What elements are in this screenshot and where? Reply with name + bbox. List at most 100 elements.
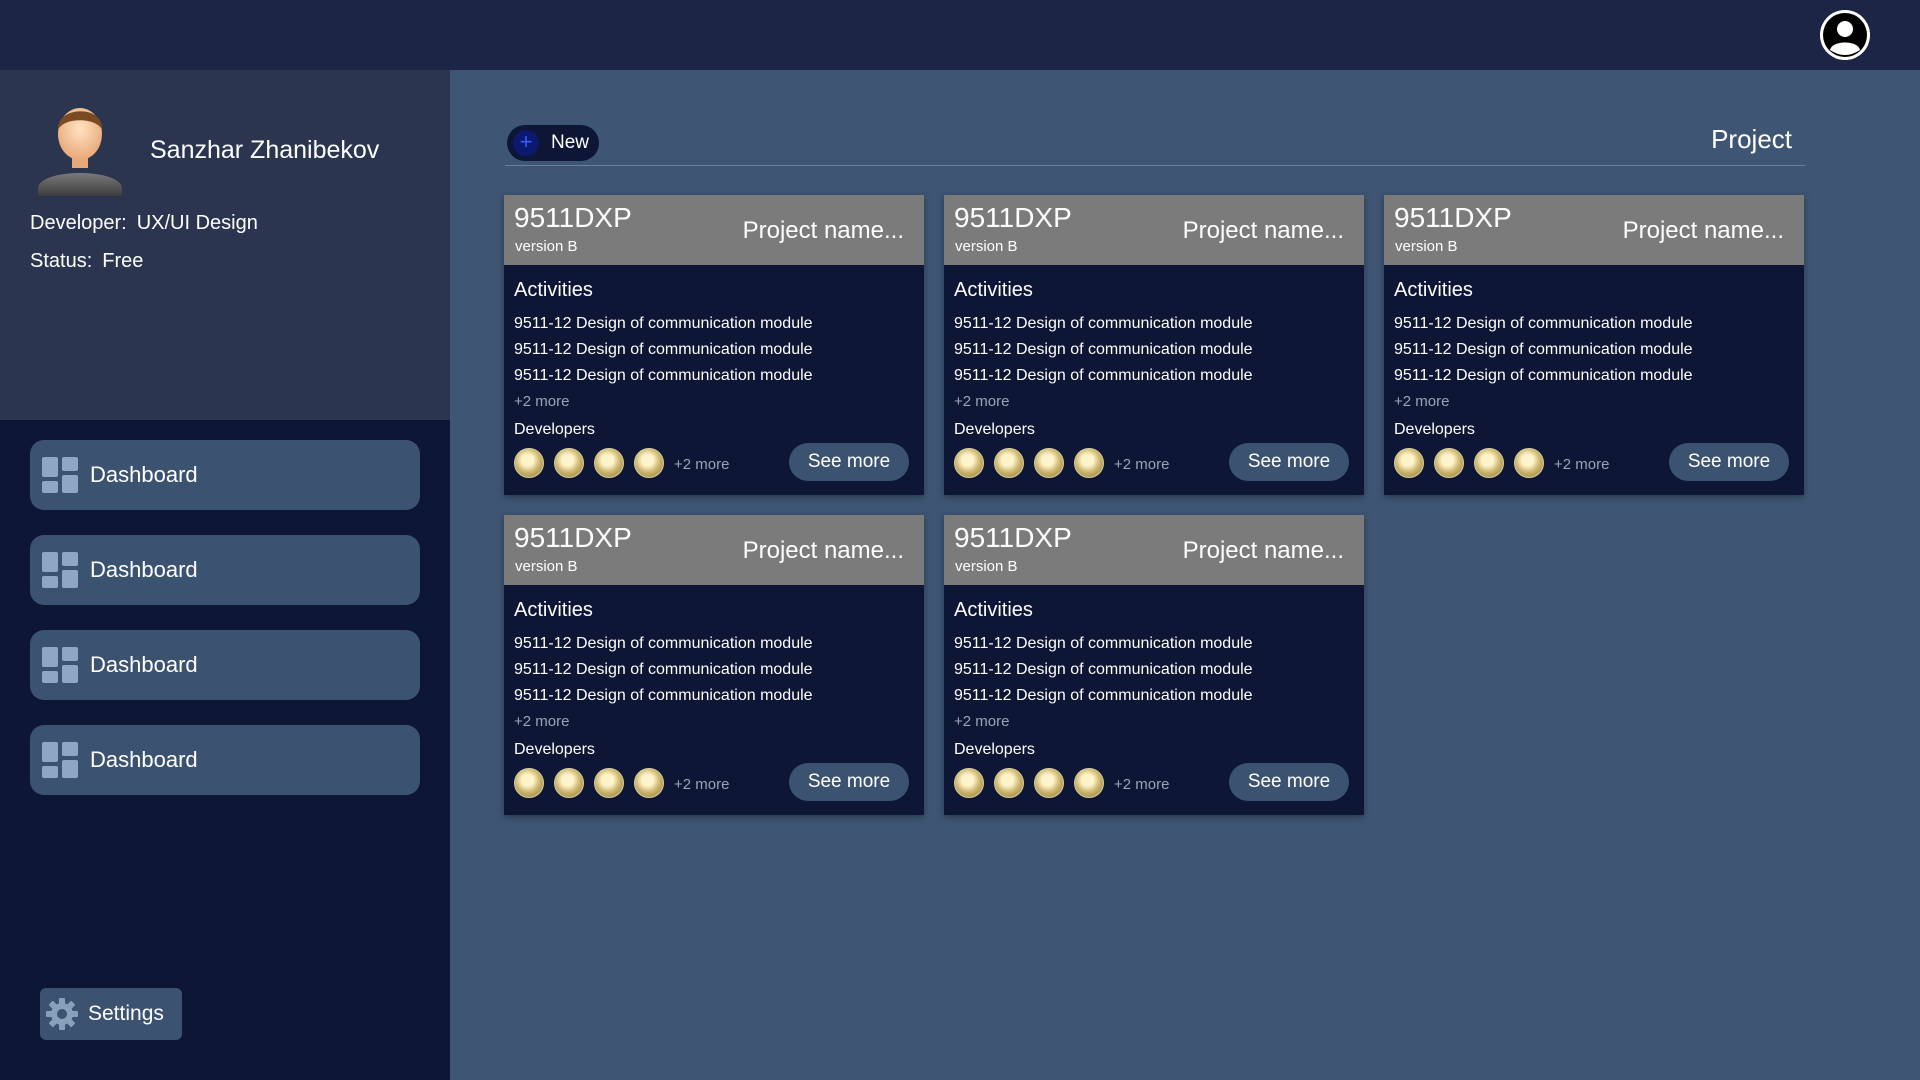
activity-item: 9511-12 Design of communication module	[514, 635, 813, 652]
developer-avatar[interactable]	[1434, 448, 1464, 478]
divider	[505, 165, 1805, 166]
activities-more: +2 more	[954, 713, 1010, 730]
project-code: 9511DXP	[514, 202, 632, 233]
project-code: 9511DXP	[514, 522, 632, 553]
new-button-label: New	[551, 132, 590, 153]
project-version: version B	[515, 558, 578, 575]
card-header: 9511DXP version B Project name...	[944, 195, 1364, 265]
see-more-button[interactable]: See more	[789, 763, 909, 801]
project-version: version B	[955, 558, 1018, 575]
project-name: Project name...	[742, 537, 904, 564]
settings-button[interactable]: Settings	[40, 988, 182, 1040]
developer-avatar[interactable]	[1394, 448, 1424, 478]
developer-label: Developer:	[30, 212, 127, 234]
profile-developer: Developer: UX/UI Design	[30, 212, 258, 235]
project-card[interactable]: 9511DXP version B Project name... Activitie…	[944, 515, 1364, 815]
developer-avatar[interactable]	[994, 768, 1024, 798]
developers-more[interactable]: +2 more	[674, 776, 729, 793]
sidebar-item-dashboard[interactable]: Dashboard	[30, 630, 420, 700]
developer-avatar[interactable]	[954, 448, 984, 478]
sidebar-item-dashboard[interactable]: Dashboard	[30, 725, 420, 795]
activity-item: 9511-12 Design of communication module	[514, 341, 813, 358]
sidebar-item-label: Dashboard	[90, 652, 198, 677]
activities-more: +2 more	[514, 713, 570, 730]
activities-more: +2 more	[954, 393, 1010, 410]
settings-label: Settings	[88, 1002, 164, 1025]
developer-avatar[interactable]	[1034, 448, 1064, 478]
developers-title: Developers	[1394, 421, 1475, 438]
activity-item: 9511-12 Design of communication module	[954, 315, 1253, 332]
status-value: Free	[102, 250, 144, 272]
project-version: version B	[955, 238, 1018, 255]
activities-title: Activities	[1394, 279, 1473, 301]
developer-avatar[interactable]	[994, 448, 1024, 478]
new-project-button[interactable]: + New	[507, 125, 599, 161]
see-more-button[interactable]: See more	[1669, 443, 1789, 481]
project-card[interactable]: 9511DXP version B Project name... Activitie…	[1384, 195, 1804, 495]
developer-avatar[interactable]	[1474, 448, 1504, 478]
sidebar-item-label: Dashboard	[90, 747, 198, 772]
dashboard-icon	[42, 742, 78, 778]
project-card[interactable]: 9511DXP version B Project name... Activitie…	[504, 195, 924, 495]
see-more-button[interactable]: See more	[1229, 443, 1349, 481]
activities-more: +2 more	[1394, 393, 1450, 410]
card-header: 9511DXP version B Project name...	[944, 515, 1364, 585]
activities-title: Activities	[514, 279, 593, 301]
user-circle-icon[interactable]	[1820, 10, 1870, 60]
top-bar	[0, 0, 1920, 70]
developer-avatar[interactable]	[1074, 448, 1104, 478]
project-name: Project name...	[1182, 537, 1344, 564]
developer-avatar[interactable]	[1514, 448, 1544, 478]
developers-title: Developers	[954, 741, 1035, 758]
activities-title: Activities	[954, 279, 1033, 301]
developer-avatar[interactable]	[594, 448, 624, 478]
developers-more[interactable]: +2 more	[1114, 456, 1169, 473]
sidebar-item-dashboard[interactable]: Dashboard	[30, 535, 420, 605]
see-more-button[interactable]: See more	[789, 443, 909, 481]
developers-more[interactable]: +2 more	[1114, 776, 1169, 793]
project-code: 9511DXP	[954, 202, 1072, 233]
activity-item: 9511-12 Design of communication module	[514, 661, 813, 678]
project-code: 9511DXP	[954, 522, 1072, 553]
project-version: version B	[1395, 238, 1458, 255]
sidebar-item-label: Dashboard	[90, 557, 198, 582]
developer-avatar[interactable]	[634, 768, 664, 798]
card-header: 9511DXP version B Project name...	[1384, 195, 1804, 265]
activity-item: 9511-12 Design of communication module	[1394, 315, 1693, 332]
activity-item: 9511-12 Design of communication module	[514, 315, 813, 332]
activities-title: Activities	[954, 599, 1033, 621]
dashboard-icon	[42, 552, 78, 588]
project-code: 9511DXP	[1394, 202, 1512, 233]
activities-more: +2 more	[514, 393, 570, 410]
see-more-button[interactable]: See more	[1229, 763, 1349, 801]
developer-avatar[interactable]	[1074, 768, 1104, 798]
developer-avatar[interactable]	[514, 768, 544, 798]
developers-more[interactable]: +2 more	[674, 456, 729, 473]
activity-item: 9511-12 Design of communication module	[954, 635, 1253, 652]
sidebar-item-dashboard[interactable]: Dashboard	[30, 440, 420, 510]
developer-avatar[interactable]	[554, 768, 584, 798]
project-card[interactable]: 9511DXP version B Project name... Activitie…	[944, 195, 1364, 495]
profile-panel: Sanzhar Zhanibekov Developer: UX/UI Desig…	[0, 70, 450, 420]
developer-avatar[interactable]	[554, 448, 584, 478]
dashboard-icon	[42, 457, 78, 493]
project-card[interactable]: 9511DXP version B Project name... Activitie…	[504, 515, 924, 815]
developer-value: UX/UI Design	[136, 212, 258, 234]
developer-avatar[interactable]	[954, 768, 984, 798]
gear-icon	[44, 996, 80, 1032]
developer-avatar[interactable]	[594, 768, 624, 798]
activity-item: 9511-12 Design of communication module	[514, 367, 813, 384]
avatar	[34, 96, 126, 196]
developer-avatar[interactable]	[514, 448, 544, 478]
plus-circle-icon: +	[513, 130, 539, 156]
project-version: version B	[515, 238, 578, 255]
developers-more[interactable]: +2 more	[1554, 456, 1609, 473]
project-name: Project name...	[742, 217, 904, 244]
developer-avatar[interactable]	[634, 448, 664, 478]
project-name: Project name...	[1182, 217, 1344, 244]
dashboard-icon	[42, 647, 78, 683]
developers-title: Developers	[514, 741, 595, 758]
activity-item: 9511-12 Design of communication module	[1394, 367, 1693, 384]
developer-avatar[interactable]	[1034, 768, 1064, 798]
card-header: 9511DXP version B Project name...	[504, 195, 924, 265]
